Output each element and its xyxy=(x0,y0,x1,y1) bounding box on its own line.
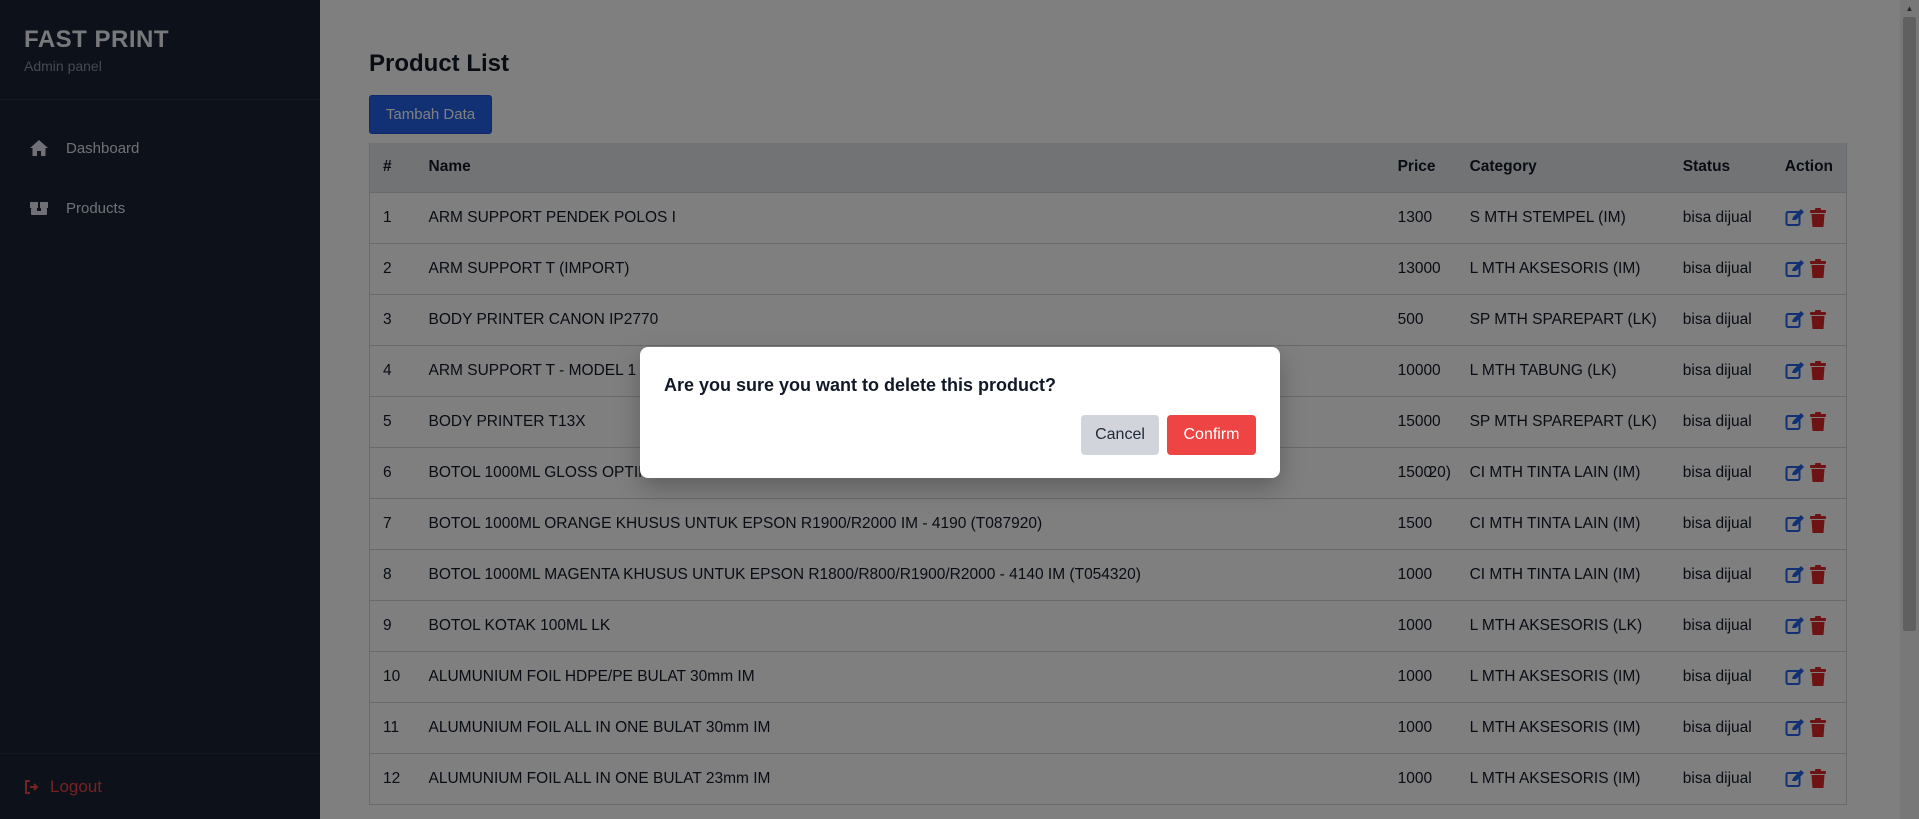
dialog-message: Are you sure you want to delete this pro… xyxy=(664,375,1057,395)
delete-confirm-dialog: Are you sure you want to delete this pro… xyxy=(640,347,1280,478)
cancel-button[interactable]: Cancel xyxy=(1081,415,1159,455)
confirm-button[interactable]: Confirm xyxy=(1167,415,1256,455)
